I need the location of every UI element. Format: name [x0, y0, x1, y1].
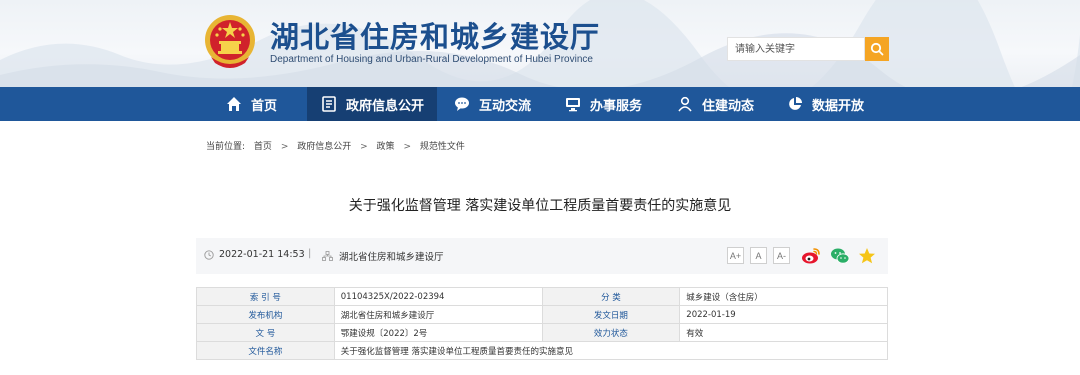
search-box	[727, 37, 889, 61]
nav-label: 数据开放	[812, 98, 865, 114]
nav-label: 办事服务	[590, 98, 643, 114]
site-header: 湖北省住房和城乡建设厅 Department of Housing and Ur…	[0, 0, 1080, 87]
breadcrumb-item-policy[interactable]: 政策	[377, 142, 395, 152]
home-icon	[225, 95, 243, 113]
publish-date-text: 2022-01-21 14:53	[219, 249, 305, 260]
document-icon	[320, 95, 338, 113]
publisher-value: 湖北省住房和城乡建设厅	[333, 305, 543, 324]
article-title: 关于强化监督管理 落实建设单位工程质量首要责任的实施意见	[348, 198, 732, 214]
pie-chart-icon	[786, 95, 804, 113]
breadcrumb-separator: >	[280, 142, 289, 152]
nav-label: 政府信息公开	[346, 98, 425, 114]
nav-item-interaction[interactable]: 互动交流	[453, 87, 531, 121]
nav-label: 首页	[251, 98, 278, 114]
main-nav: 首页 政府信息公开 互动交流 办事服务 住建动态 数据开放	[0, 87, 1080, 121]
nav-label: 住建动态	[702, 98, 755, 114]
nav-item-news[interactable]: 住建动态	[676, 87, 754, 121]
font-size-large-button[interactable]: A+	[727, 247, 744, 264]
share-wechat-button[interactable]	[830, 246, 850, 266]
breadcrumb-separator: >	[360, 142, 368, 152]
index-number-value: 01104325X/2022-02394	[333, 287, 543, 306]
breadcrumb-item-home[interactable]: 首页	[254, 142, 272, 152]
breadcrumb-prefix: 当前位置:	[206, 142, 246, 152]
document-name-value: 关于强化监督管理 落实建设单位工程质量首要责任的实施意见	[333, 341, 889, 360]
meta-divider: |	[308, 248, 312, 259]
publish-date: 2022-01-21 14:53	[204, 249, 305, 260]
index-number-label: 索 引 号	[196, 287, 335, 306]
category-value: 城乡建设（含住房）	[679, 287, 888, 306]
wechat-icon	[831, 248, 850, 264]
search-input[interactable]	[727, 37, 865, 61]
font-size-medium-button[interactable]: A	[750, 247, 767, 264]
issue-date-label: 发文日期	[541, 305, 681, 324]
nav-label: 互动交流	[479, 98, 532, 114]
nav-item-home[interactable]: 首页	[213, 87, 289, 121]
table-row: 文 号 鄂建设规〔2022〕2号 效力状态 有效	[196, 323, 888, 342]
document-number-label: 文 号	[196, 323, 335, 342]
table-row: 发布机构 湖北省住房和城乡建设厅 发文日期 2022-01-19	[196, 305, 888, 324]
search-icon	[870, 42, 884, 56]
nav-item-open-data[interactable]: 数据开放	[786, 87, 864, 121]
publisher-label: 发布机构	[196, 305, 335, 324]
favorite-star-icon	[859, 248, 875, 264]
person-icon	[676, 95, 694, 113]
site-subtitle: Department of Housing and Urban-Rural De…	[270, 54, 593, 65]
validity-status-label: 效力状态	[541, 323, 681, 342]
font-size-small-button[interactable]: A-	[773, 247, 790, 264]
article-meta-bar: 2022-01-21 14:53 | 湖北省住房和城乡建设厅 A+ A A-	[196, 238, 888, 274]
chat-icon	[453, 95, 471, 113]
breadcrumb: 当前位置: 首页 > 政府信息公开 > 政策 > 规范性文件	[206, 139, 471, 152]
breadcrumb-separator: >	[403, 142, 411, 152]
table-row: 文件名称 关于强化监督管理 落实建设单位工程质量首要责任的实施意见	[196, 341, 889, 360]
article-source: 湖北省住房和城乡建设厅	[322, 249, 444, 263]
table-row: 索 引 号 01104325X/2022-02394 分 类 城乡建设（含住房）	[196, 287, 888, 306]
issue-date-value: 2022-01-19	[679, 305, 888, 324]
clock-icon	[204, 249, 214, 260]
category-label: 分 类	[541, 287, 681, 306]
breadcrumb-item-normative[interactable]: 规范性文件	[420, 142, 465, 152]
validity-status-value: 有效	[679, 323, 888, 342]
document-name-label: 文件名称	[196, 341, 335, 360]
monitor-icon	[564, 95, 582, 113]
document-info-table: 索 引 号 01104325X/2022-02394 分 类 城乡建设（含住房）…	[196, 287, 889, 360]
nav-item-services[interactable]: 办事服务	[564, 87, 642, 121]
share-weibo-button[interactable]	[801, 246, 821, 266]
site-title: 湖北省住房和城乡建设厅	[270, 20, 601, 54]
article-source-text: 湖北省住房和城乡建设厅	[339, 252, 444, 263]
search-button[interactable]	[865, 37, 889, 61]
weibo-icon	[802, 248, 820, 264]
favorite-button[interactable]	[857, 246, 877, 266]
organization-icon	[322, 251, 333, 261]
national-emblem-icon	[205, 15, 255, 68]
nav-item-gov-info[interactable]: 政府信息公开	[307, 87, 438, 121]
document-number-value: 鄂建设规〔2022〕2号	[333, 323, 543, 342]
breadcrumb-item-gov-info[interactable]: 政府信息公开	[297, 142, 351, 152]
